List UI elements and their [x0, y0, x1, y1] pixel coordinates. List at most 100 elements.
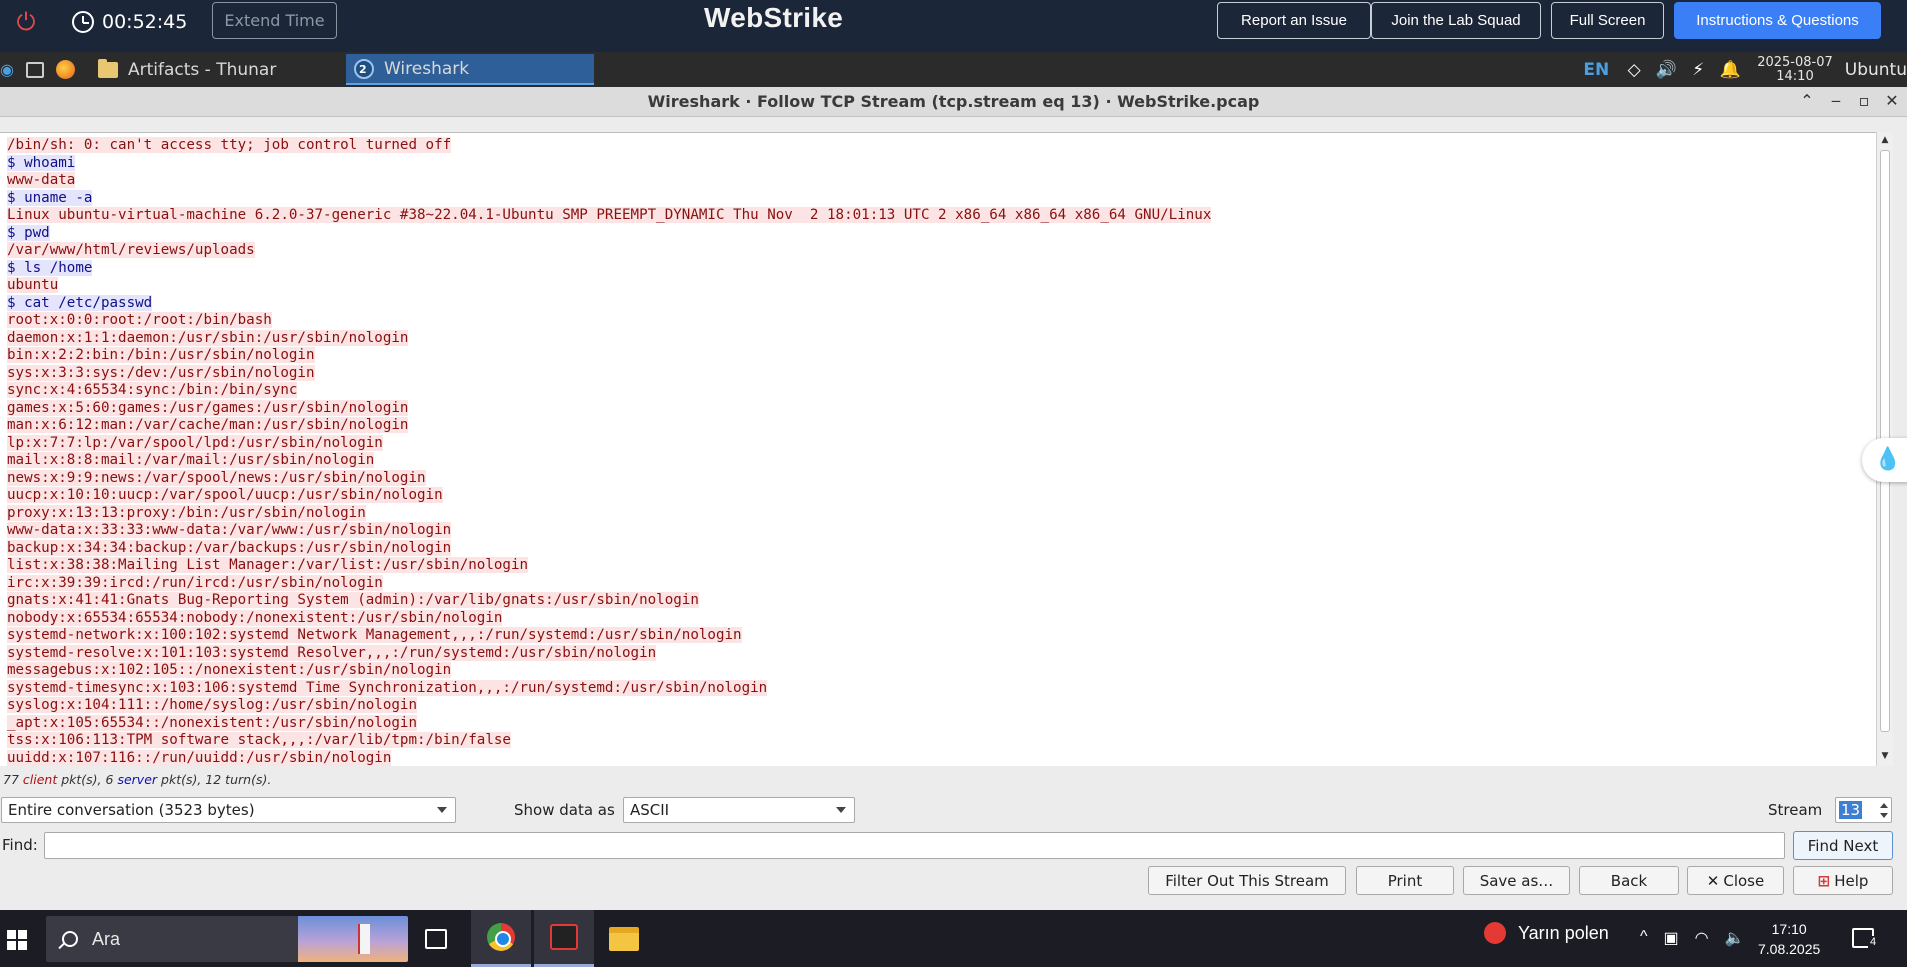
lab-top-bar: ⏻ 00:52:45 Extend Time WebStrike Report … — [0, 0, 1907, 52]
clock-icon — [72, 11, 94, 33]
system-tray: ^ ▣ ◠ 🔈 — [1640, 928, 1745, 948]
client-line: bin:x:2:2:bin:/bin:/usr/sbin/nologin — [7, 347, 315, 363]
maximize-icon[interactable]: ▫ — [1854, 91, 1874, 111]
search-highlight-image — [298, 916, 408, 962]
panel-tray: EN ◇ 🔊 ⚡ 🔔 2025-08-07 14:10 Ubuntu — [1583, 52, 1907, 87]
taskbar-item-thunar[interactable]: Artifacts - Thunar — [90, 54, 342, 85]
close-window-icon[interactable]: ✕ — [1882, 91, 1902, 111]
client-line: sys:x:3:3:sys:/dev:/usr/sbin/nologin — [7, 364, 315, 381]
user-menu[interactable]: Ubuntu — [1845, 60, 1907, 80]
firefox-icon[interactable] — [56, 60, 75, 79]
terminal-icon[interactable] — [26, 62, 44, 78]
print-button[interactable]: Print — [1356, 866, 1454, 895]
spin-up-icon[interactable] — [1880, 803, 1888, 808]
notification-center-icon[interactable]: 4 — [1852, 928, 1879, 948]
windows-taskbar: Ara Yarın polen ^ ▣ ◠ 🔈 17:10 7.08.2025 … — [0, 910, 1907, 967]
taskbar-search[interactable]: Ara — [46, 916, 408, 962]
desktop-panel: ◉ Artifacts - Thunar 2 Wireshark EN ◇ 🔊 … — [0, 52, 1907, 87]
taskbar-item-wireshark[interactable]: 2 Wireshark — [346, 54, 594, 85]
extend-time-button[interactable]: Extend Time — [212, 2, 337, 39]
instructions-questions-button[interactable]: Instructions & Questions — [1674, 2, 1881, 39]
close-x-icon: ✕ — [1706, 871, 1720, 890]
chevron-up-icon[interactable]: ^ — [1640, 928, 1648, 948]
server-line: $ whoami — [7, 154, 76, 171]
help-button[interactable]: ⊞ Help — [1793, 866, 1893, 895]
search-icon — [62, 931, 78, 947]
client-line: gnats:x:41:41:Gnats Bug-Reporting System… — [7, 592, 699, 608]
client-line: daemon:x:1:1:daemon:/usr/sbin:/usr/sbin/… — [7, 329, 409, 346]
minimize-icon[interactable]: ‒ — [1826, 91, 1846, 111]
side-widget-handle[interactable]: 💧 — [1862, 438, 1907, 482]
search-placeholder: Ara — [92, 928, 121, 949]
client-line: systemd-timesync:x:103:106:systemd Time … — [7, 679, 768, 696]
full-screen-button[interactable]: Full Screen — [1551, 2, 1664, 39]
chevron-down-icon — [836, 807, 846, 813]
client-line: _apt:x:105:65534::/nonexistent:/usr/sbin… — [7, 714, 417, 731]
taskbar-clock[interactable]: 17:10 7.08.2025 — [1758, 919, 1820, 959]
server-line: $ cat /etc/passwd — [7, 294, 153, 311]
speaker-icon[interactable]: 🔈 — [1725, 928, 1745, 948]
show-data-select[interactable]: ASCII — [623, 797, 855, 823]
spin-down-icon[interactable] — [1880, 813, 1888, 818]
client-line: syslog:x:104:111::/home/syslog:/usr/sbin… — [7, 697, 417, 713]
scroll-up-icon[interactable]: ▲ — [1879, 134, 1891, 146]
weather-widget[interactable]: Yarın polen — [1484, 922, 1609, 944]
client-line: mail:x:8:8:mail:/var/mail:/usr/sbin/nolo… — [7, 452, 375, 468]
droplet-icon: 💧 — [1874, 447, 1902, 472]
client-line: /bin/sh: 0: can't access tty; job contro… — [7, 137, 452, 153]
stream-text-area[interactable]: /bin/sh: 0: can't access tty; job contro… — [0, 132, 1893, 766]
report-issue-button[interactable]: Report an Issue — [1217, 2, 1371, 39]
filter-out-stream-button[interactable]: Filter Out This Stream — [1148, 866, 1346, 895]
timer-display: 00:52:45 — [72, 8, 187, 36]
timer-value: 00:52:45 — [102, 11, 188, 33]
meet-now-icon[interactable]: ▣ — [1664, 928, 1679, 948]
menu-icon[interactable]: ◉ — [0, 60, 20, 80]
notification-bell-icon[interactable]: 🔔 — [1719, 59, 1741, 81]
save-as-button[interactable]: Save as… — [1463, 866, 1570, 895]
client-line: list:x:38:38:Mailing List Manager:/var/l… — [7, 557, 529, 573]
keyboard-layout[interactable]: EN — [1583, 60, 1609, 80]
chrome-icon — [487, 923, 515, 951]
join-lab-squad-button[interactable]: Join the Lab Squad — [1371, 2, 1541, 39]
task-view-button[interactable] — [406, 910, 466, 967]
taskbar-item-label: Wireshark — [384, 58, 470, 79]
chrome-taskbar-button[interactable] — [471, 910, 531, 967]
pollen-icon — [1484, 922, 1506, 944]
power-manager-icon[interactable]: ⚡ — [1687, 59, 1709, 81]
remote-app-taskbar-button[interactable] — [534, 910, 594, 967]
client-line: Linux ubuntu-virtual-machine 6.2.0-37-ge… — [7, 207, 1212, 223]
client-line: uucp:x:10:10:uucp:/var/spool/uucp:/usr/s… — [7, 487, 443, 503]
close-button[interactable]: ✕ Close — [1687, 866, 1784, 895]
lab-title: WebStrike — [704, 2, 844, 33]
volume-icon[interactable]: 🔊 — [1655, 59, 1677, 81]
help-icon: ⊞ — [1817, 871, 1831, 890]
find-next-button[interactable]: Find Next — [1793, 831, 1893, 860]
file-explorer-taskbar-button[interactable] — [594, 910, 654, 967]
client-line: root:x:0:0:root:/root:/bin/bash — [7, 312, 272, 328]
server-line: $ pwd — [7, 224, 50, 241]
wifi-icon[interactable]: ◠ — [1695, 928, 1709, 948]
client-line: games:x:5:60:games:/usr/games:/usr/sbin/… — [7, 399, 409, 416]
task-view-icon — [425, 928, 447, 949]
back-button[interactable]: Back — [1579, 866, 1679, 895]
client-line: man:x:6:12:man:/var/cache/man:/usr/sbin/… — [7, 417, 409, 433]
stream-label: Stream — [1768, 801, 1823, 819]
window-titlebar: Wireshark · Follow TCP Stream (tcp.strea… — [0, 87, 1907, 117]
panel-clock[interactable]: 2025-08-07 14:10 — [1757, 55, 1833, 84]
network-icon[interactable]: ◇ — [1623, 59, 1645, 81]
chevron-down-icon — [437, 807, 447, 813]
client-line: tss:x:106:113:TPM software stack,,,:/var… — [7, 732, 511, 748]
conversation-select[interactable]: Entire conversation (3523 bytes) — [1, 797, 456, 823]
find-input[interactable] — [44, 832, 1785, 859]
client-line: uuidd:x:107:116::/run/uuidd:/usr/sbin/no… — [7, 749, 392, 766]
client-line: lp:x:7:7:lp:/var/spool/lpd:/usr/sbin/nol… — [7, 434, 383, 451]
windows-start-icon[interactable] — [7, 930, 27, 950]
window-title: Wireshark · Follow TCP Stream (tcp.strea… — [647, 92, 1260, 111]
client-line: sync:x:4:65534:sync:/bin:/bin/sync — [7, 382, 298, 398]
stream-number-spinner[interactable]: 13 — [1835, 797, 1892, 823]
scroll-down-icon[interactable]: ▼ — [1879, 750, 1891, 762]
client-line: ubuntu — [7, 277, 59, 293]
power-icon[interactable]: ⏻ — [13, 9, 39, 35]
shade-icon[interactable]: ⌃ — [1797, 91, 1817, 111]
remote-app-icon — [550, 924, 578, 950]
